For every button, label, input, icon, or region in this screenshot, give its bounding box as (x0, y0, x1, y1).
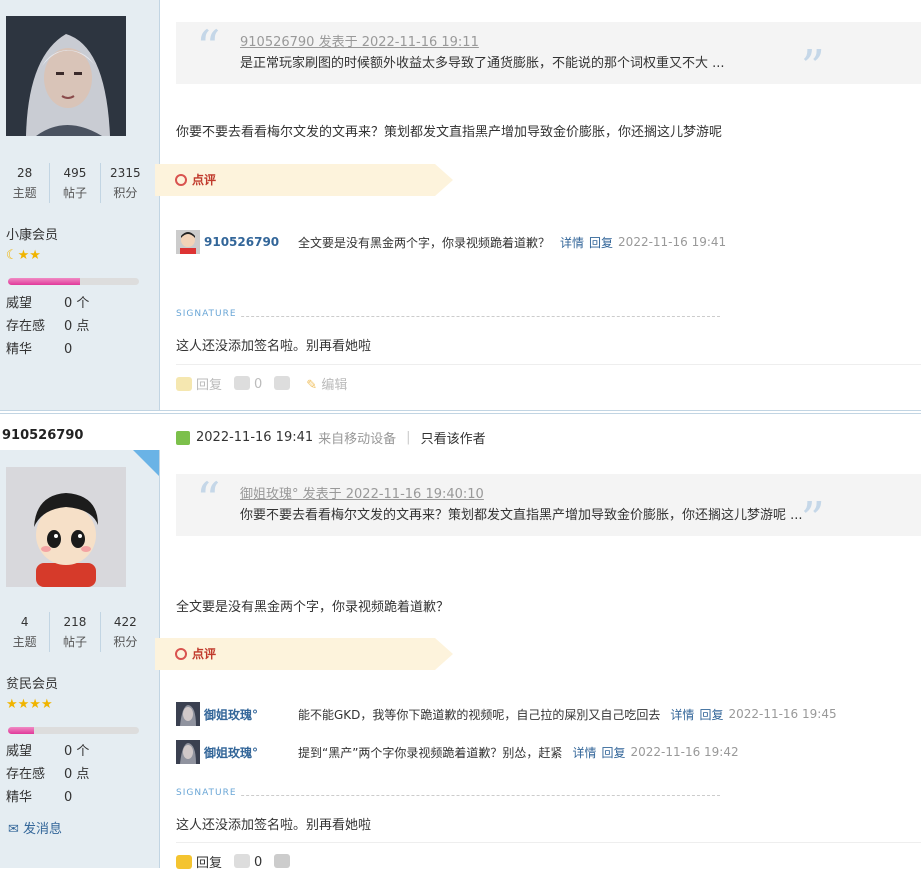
quote-open-icon: “ (196, 472, 221, 528)
comment-item: 御姐玫瑰° 提到“黑产”两个字你录视频跪着道歉？别怂，赶紧 详情 回复 2022… (176, 740, 739, 764)
quote-block: “ 御姐玫瑰° 发表于 2022-11-16 19:40:10 你要不要去看看梅… (176, 472, 921, 544)
dislike-button[interactable] (274, 853, 294, 870)
pencil-icon: ✎ (306, 378, 318, 393)
stat-threads[interactable]: 28 主题 (0, 163, 51, 203)
envelope-icon: ✉ (8, 822, 19, 837)
star-icon: ★★ (17, 248, 41, 263)
post-time: 2022-11-16 19:41 (196, 430, 314, 445)
stat-posts[interactable]: 495 帖子 (50, 163, 101, 203)
comment-reply-link[interactable]: 回复 (589, 234, 613, 251)
thumbs-up-icon (234, 853, 251, 868)
like-button[interactable]: 0 (234, 375, 262, 392)
comment-avatar[interactable] (176, 230, 200, 254)
reply-icon (176, 377, 192, 391)
like-button[interactable]: 0 (234, 853, 262, 870)
level-bar (8, 278, 139, 285)
user-kv: 威望 0 个 存在感 0 点 精华 0 (6, 744, 90, 805)
edit-button[interactable]: ✎ 编辑 (306, 374, 347, 393)
avatar[interactable] (6, 467, 126, 587)
comment-text: 全文要是没有黑金两个字，你录视频跪着道歉？ (298, 235, 551, 250)
user-kv: 威望 0 个 存在感 0 点 精华 0 (6, 296, 90, 357)
comment-text: 提到“黑产”两个字你录视频跪着道歉？别怂，赶紧 (298, 745, 563, 760)
comment-text: 能不能GKD，我等你下跪道歉的视频呢，自己拉的屎別又自己吃回去 (298, 707, 661, 722)
comment-reply-link[interactable]: 回复 (699, 706, 723, 723)
author-sidebar: 28 主题 495 帖子 2315 积分 小康会员 ☾★★ 威望 0 个 存在感 0 点 … (0, 0, 160, 410)
post-actions: 回复 0 (176, 852, 294, 871)
circle-icon (175, 648, 187, 660)
moon-icon: ☾ (6, 248, 18, 263)
comment-detail-link[interactable]: 详情 (560, 234, 584, 251)
mobile-badge-icon (133, 450, 159, 476)
action-divider (176, 364, 921, 365)
comment-header: 点评 (155, 638, 453, 670)
star-icon: ★★★★ (6, 697, 53, 712)
comment-avatar[interactable] (176, 702, 200, 726)
post-actions: 回复 0 ✎ 编辑 (176, 374, 347, 393)
comment-time: 2022-11-16 19:42 (630, 745, 739, 759)
circle-icon (175, 174, 187, 186)
comment-reply-link[interactable]: 回复 (601, 744, 625, 761)
rank-stars: ☾★★ (6, 248, 41, 263)
comment-avatar[interactable] (176, 740, 200, 764)
comment-item: 御姐玫瑰° 能不能GKD，我等你下跪道歉的视频呢，自己拉的屎別又自己吃回去 详情… (176, 702, 837, 726)
comment-time: 2022-11-16 19:45 (728, 707, 837, 721)
stat-posts[interactable]: 218 帖子 (50, 612, 101, 652)
comment-user[interactable]: 御姐玫瑰° (204, 744, 298, 761)
post-body: 你要不要去看看梅尔文发的文再来？策划都发文直指黑产增加导致金价膨胀，你还搁这儿梦… (176, 125, 723, 140)
avatar[interactable] (6, 16, 126, 136)
reply-button[interactable]: 回复 (176, 852, 222, 871)
send-message-button[interactable]: ✉ 发消息 (8, 818, 62, 837)
dislike-button[interactable] (274, 375, 294, 392)
user-stats: 4 主题 218 帖子 422 积分 (0, 612, 150, 652)
stat-points[interactable]: 2315 积分 (101, 163, 150, 203)
post-2: 910526790 4 主题 218 帖子 422 积分 贫民会员 ★★★★ 威… (0, 414, 921, 871)
comment-user[interactable]: 御姐玫瑰° (204, 706, 298, 723)
author-name[interactable]: 910526790 (2, 428, 83, 443)
signature-text: 这人还没添加签名啦。别再看她啦 (176, 339, 372, 354)
comment-detail-link[interactable]: 详情 (670, 706, 694, 723)
comment-item: 910526790 全文要是没有黑金两个字，你录视频跪着道歉？ 详情 回复 20… (176, 230, 726, 254)
post-via: 来自移动设备 (318, 432, 397, 447)
user-group[interactable]: 贫民会员 (6, 673, 58, 692)
quote-close-icon: ” (800, 40, 825, 96)
action-divider (176, 842, 921, 843)
quote-close-icon: ” (800, 492, 825, 548)
comment-detail-link[interactable]: 详情 (572, 744, 596, 761)
author-sidebar: 4 主题 218 帖子 422 积分 贫民会员 ★★★★ 威望 0 个 存在感 0 点 精… (0, 450, 160, 868)
signature-divider: SIGNATURE (176, 788, 720, 806)
quote-open-icon: “ (196, 20, 221, 76)
post-1: 28 主题 495 帖子 2315 积分 小康会员 ☾★★ 威望 0 个 存在感 0 点 … (0, 0, 921, 410)
stat-points[interactable]: 422 积分 (101, 612, 150, 652)
comment-user[interactable]: 910526790 (204, 235, 298, 249)
quote-block: “ 910526790 发表于 2022-11-16 19:11 是正常玩家刷图… (176, 20, 921, 92)
post-meta: 2022-11-16 19:41 来自移动设备 | 只看该作者 (176, 428, 486, 447)
thumbs-down-icon (274, 375, 291, 390)
reply-icon (176, 855, 192, 869)
signature-text: 这人还没添加签名啦。别再看她啦 (176, 818, 372, 833)
reply-button[interactable]: 回复 (176, 374, 222, 393)
post-icon (176, 430, 190, 445)
signature-divider: SIGNATURE (176, 309, 720, 327)
level-bar (8, 727, 139, 734)
level-bar-fill (8, 278, 81, 285)
level-bar-fill (8, 727, 35, 734)
user-stats: 28 主题 495 帖子 2315 积分 (0, 163, 150, 203)
thumbs-down-icon (274, 853, 291, 868)
comment-time: 2022-11-16 19:41 (618, 235, 727, 249)
separator: | (406, 430, 411, 445)
only-author-link[interactable]: 只看该作者 (421, 428, 486, 447)
comment-header: 点评 (155, 164, 453, 196)
stat-threads[interactable]: 4 主题 (0, 612, 51, 652)
thumbs-up-icon (234, 375, 251, 390)
user-group[interactable]: 小康会员 (6, 224, 58, 243)
post-body: 全文要是没有黑金两个字，你录视频跪着道歉？ (176, 600, 450, 615)
rank-stars: ★★★★ (6, 697, 53, 712)
